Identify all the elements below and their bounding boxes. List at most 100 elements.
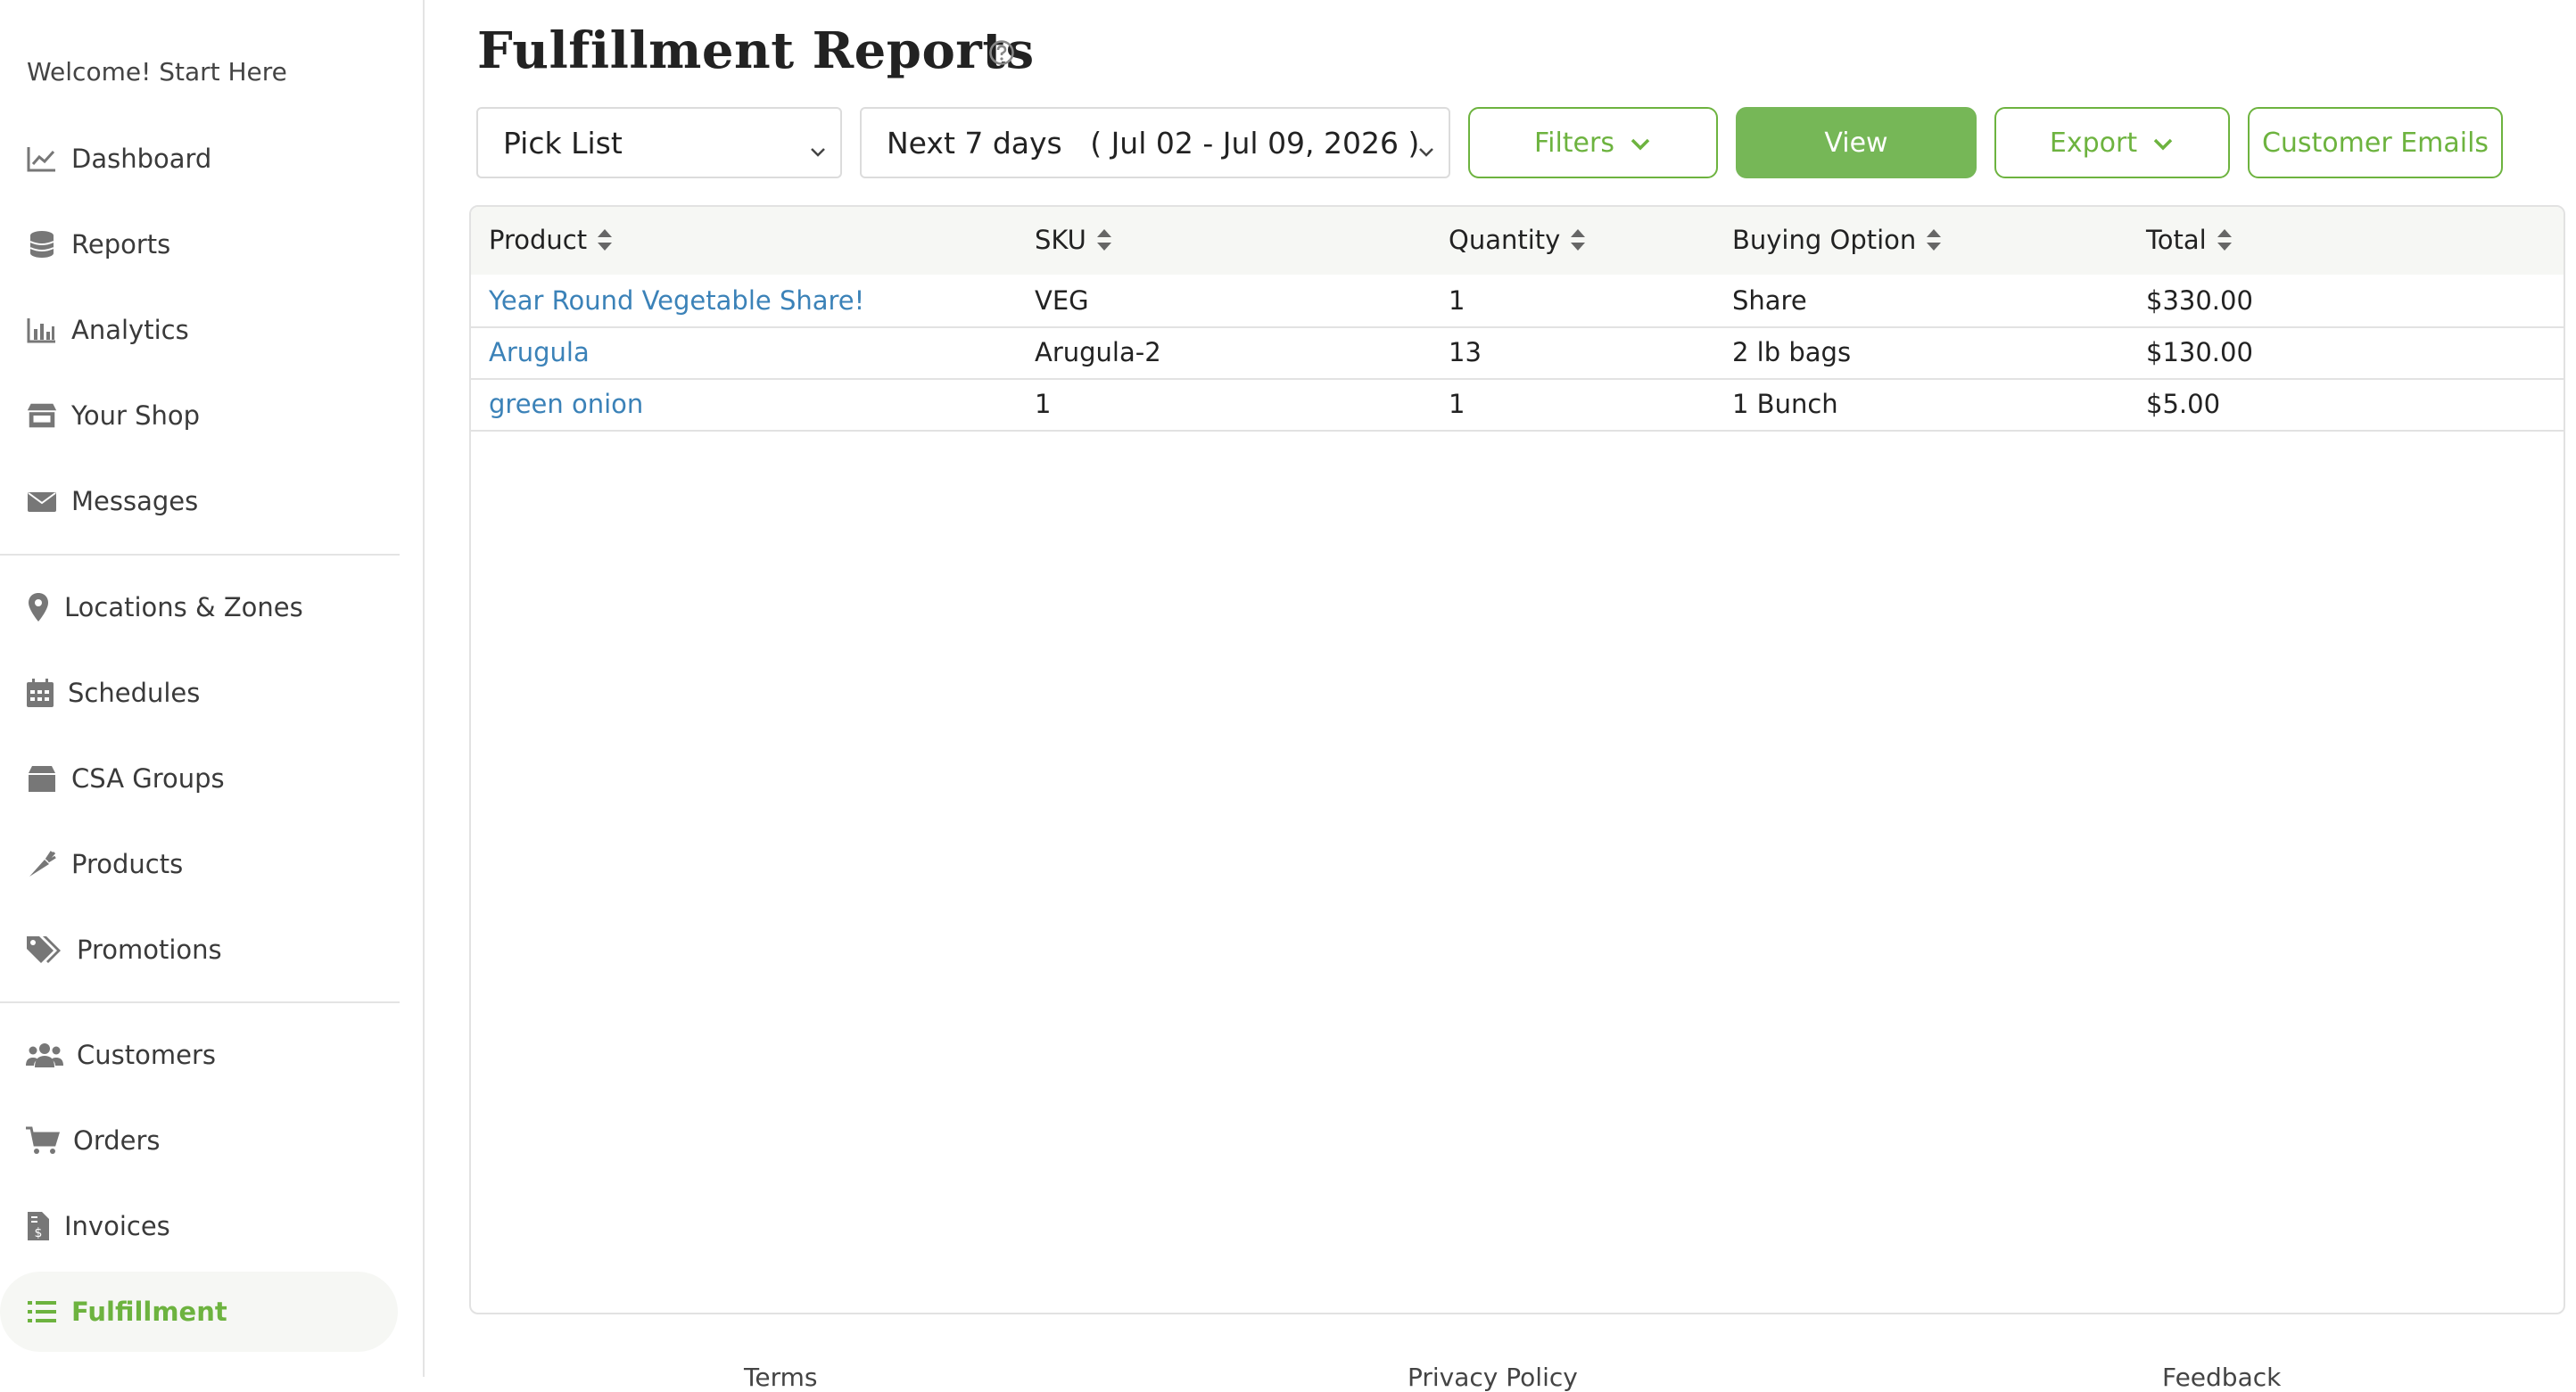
sidebar-item-dashboard[interactable]: Dashboard — [0, 119, 398, 199]
sidebar-item-csa-groups[interactable]: CSA Groups — [0, 738, 398, 819]
sidebar-item-orders[interactable]: Orders — [0, 1100, 398, 1181]
help-icon[interactable] — [988, 39, 1015, 66]
view-button[interactable]: View — [1736, 107, 1977, 178]
list-icon — [25, 1295, 59, 1329]
quantity-cell: 1 — [1449, 389, 1466, 419]
chevron-down-icon — [808, 134, 828, 157]
sidebar-divider — [0, 1001, 400, 1003]
column-header-label: Total — [2146, 225, 2207, 255]
sidebar-item-invoices[interactable]: $ Invoices — [0, 1186, 398, 1266]
customer-emails-label: Customer Emails — [2261, 127, 2489, 159]
users-icon — [25, 1038, 64, 1072]
date-range-select[interactable]: Next 7 days ( Jul 02 - Jul 09, 2026 ) — [860, 107, 1450, 178]
buying-option-cell: 1 Bunch — [1732, 389, 1838, 419]
sidebar-item-your-shop[interactable]: Your Shop — [0, 375, 398, 456]
footer-link-terms[interactable]: Terms — [744, 1363, 817, 1392]
filters-button[interactable]: Filters — [1468, 107, 1718, 178]
report-type-value: Pick List — [503, 125, 623, 161]
sidebar-divider — [0, 554, 400, 556]
total-cell: $130.00 — [2146, 337, 2253, 367]
sort-icon — [1925, 227, 1943, 253]
sidebar-item-label: Fulfillment — [71, 1297, 227, 1327]
sidebar-item-label: Orders — [73, 1125, 161, 1156]
page-title: Fulfillment Reports — [477, 21, 1035, 80]
total-cell: $330.00 — [2146, 285, 2253, 316]
table-header: Product SKU Quantity Buying Option Total — [471, 207, 2564, 275]
store-icon — [25, 399, 59, 432]
sidebar-item-label: Schedules — [68, 678, 201, 708]
total-cell: $5.00 — [2146, 389, 2221, 419]
sidebar-item-products[interactable]: Products — [0, 824, 398, 904]
column-header-product[interactable]: Product — [489, 225, 614, 255]
sidebar-item-customers[interactable]: Customers — [0, 1015, 398, 1095]
buying-option-cell: Share — [1732, 285, 1807, 316]
sidebar-item-label: Dashboard — [71, 144, 212, 174]
sidebar-item-label: Your Shop — [71, 400, 201, 431]
sidebar: Welcome! Start Here Dashboard Reports An… — [0, 0, 425, 1377]
sku-cell: VEG — [1035, 285, 1089, 316]
table-row: Arugula Arugula-2 13 2 lb bags $130.00 — [471, 326, 2564, 380]
column-header-buying-option[interactable]: Buying Option — [1732, 225, 1943, 255]
calendar-icon — [25, 676, 55, 710]
column-header-label: SKU — [1035, 225, 1086, 255]
product-link[interactable]: Arugula — [489, 337, 590, 367]
coins-icon — [25, 227, 59, 261]
chevron-down-icon — [1416, 134, 1436, 157]
product-link[interactable]: Year Round Vegetable Share! — [489, 285, 864, 316]
sidebar-item-label: CSA Groups — [71, 763, 225, 794]
chevron-down-icon — [2151, 131, 2175, 154]
chart-line-icon — [25, 142, 59, 176]
sidebar-item-locations-zones[interactable]: Locations & Zones — [0, 567, 398, 647]
sidebar-item-messages[interactable]: Messages — [0, 461, 398, 541]
sidebar-item-schedules[interactable]: Schedules — [0, 653, 398, 733]
column-header-label: Product — [489, 225, 588, 255]
carrot-icon — [25, 847, 59, 881]
column-header-quantity[interactable]: Quantity — [1449, 225, 1587, 255]
report-type-select[interactable]: Pick List — [476, 107, 842, 178]
export-label: Export — [2049, 127, 2138, 159]
sort-icon — [1095, 227, 1113, 253]
svg-text:$: $ — [35, 1226, 43, 1240]
quantity-cell: 1 — [1449, 285, 1466, 316]
sku-cell: 1 — [1035, 389, 1052, 419]
sidebar-item-label: Reports — [71, 229, 171, 259]
chevron-down-icon — [1629, 131, 1652, 154]
report-table: Product SKU Quantity Buying Option Total… — [469, 205, 2565, 1314]
box-icon — [25, 762, 59, 795]
sidebar-item-label: Invoices — [64, 1211, 170, 1241]
buying-option-cell: 2 lb bags — [1732, 337, 1852, 367]
map-pin-icon — [25, 590, 52, 624]
export-button[interactable]: Export — [1994, 107, 2230, 178]
sidebar-item-label: Customers — [77, 1040, 216, 1070]
table-row: green onion 1 1 1 Bunch $5.00 — [471, 378, 2564, 432]
sidebar-item-label: Messages — [71, 486, 199, 516]
sidebar-item-reports[interactable]: Reports — [0, 204, 398, 284]
column-header-sku[interactable]: SKU — [1035, 225, 1113, 255]
product-link[interactable]: green onion — [489, 389, 643, 419]
sidebar-item-label: Locations & Zones — [64, 592, 303, 622]
filters-label: Filters — [1534, 127, 1614, 159]
table-row: Year Round Vegetable Share! VEG 1 Share … — [471, 275, 2564, 328]
sort-icon — [2216, 227, 2233, 253]
sidebar-item-label: Products — [71, 849, 184, 879]
welcome-link[interactable]: Welcome! Start Here — [27, 57, 287, 86]
envelope-icon — [25, 484, 59, 518]
invoice-icon: $ — [25, 1209, 52, 1243]
column-header-total[interactable]: Total — [2146, 225, 2233, 255]
quantity-cell: 13 — [1449, 337, 1482, 367]
customer-emails-button[interactable]: Customer Emails — [2248, 107, 2503, 178]
sidebar-item-label: Promotions — [77, 935, 222, 965]
sort-icon — [596, 227, 614, 253]
sort-icon — [1569, 227, 1587, 253]
sidebar-item-promotions[interactable]: Promotions — [0, 910, 398, 990]
cart-icon — [25, 1124, 61, 1157]
bar-chart-icon — [25, 313, 59, 347]
view-label: View — [1824, 127, 1888, 159]
sidebar-item-fulfillment[interactable]: Fulfillment — [0, 1272, 398, 1352]
footer-link-feedback[interactable]: Feedback — [2162, 1363, 2281, 1392]
footer-link-privacy[interactable]: Privacy Policy — [1408, 1363, 1578, 1392]
column-header-label: Quantity — [1449, 225, 1561, 255]
sku-cell: Arugula-2 — [1035, 337, 1161, 367]
date-range-value: Next 7 days ( Jul 02 - Jul 09, 2026 ) — [887, 125, 1420, 161]
sidebar-item-analytics[interactable]: Analytics — [0, 290, 398, 370]
